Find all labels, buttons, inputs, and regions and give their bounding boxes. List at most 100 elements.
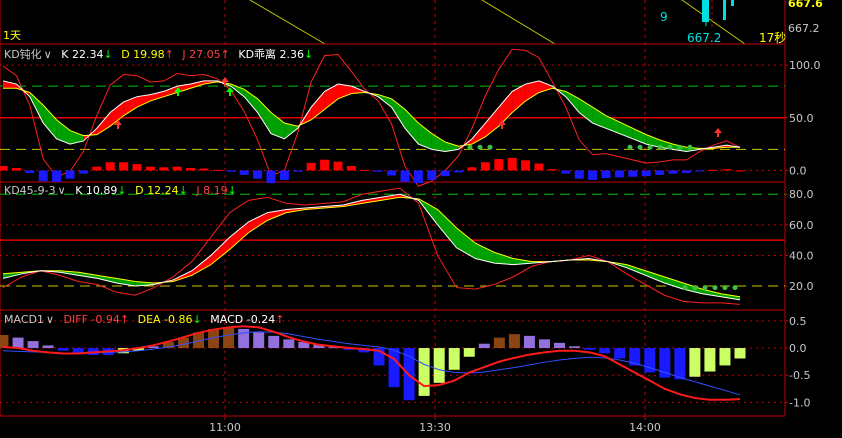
signal-dot [627, 144, 633, 150]
deviation-bar [320, 159, 330, 171]
deviation-bar [172, 166, 182, 171]
axis-tick-label: 0.0 [789, 342, 807, 355]
trend-line [481, 0, 556, 45]
deviation-bar [65, 170, 75, 179]
deviation-bar [534, 163, 544, 171]
deviation-bar [212, 169, 222, 171]
signal-dot [677, 144, 683, 150]
deviation-bar [628, 170, 638, 177]
kd-band [244, 89, 258, 113]
arrow-icon: ↓ [192, 313, 202, 326]
kd-band [456, 227, 476, 259]
j-value: J 8.19↓ [196, 184, 237, 197]
deviation-bar [708, 169, 718, 171]
k-line [2, 193, 741, 301]
macd-bar [433, 348, 445, 383]
deviation-bar [722, 169, 732, 171]
deviation-bar [695, 170, 705, 172]
chevron-down-icon[interactable]: ∨ [44, 48, 52, 61]
macd-bar [463, 348, 475, 357]
kd-band [498, 91, 513, 127]
tick-count: 9 [660, 10, 668, 24]
deviation-bar [239, 170, 249, 175]
macd-bar [689, 348, 701, 377]
kd-band [210, 237, 230, 265]
deviation-bar [588, 170, 598, 180]
deviation-bar [78, 170, 88, 174]
deviation-bar [306, 162, 316, 171]
chevron-down-icon[interactable]: ∨ [46, 313, 54, 326]
chevron-down-icon[interactable]: ∨ [58, 184, 66, 197]
kd-band [56, 119, 70, 145]
macd-bar [388, 348, 400, 388]
macd-bar [478, 343, 490, 349]
period-label[interactable]: 1天 [3, 27, 21, 43]
kd-band [405, 109, 419, 145]
axis-tick-label: 0.0 [789, 164, 807, 177]
deviation-bar [159, 167, 169, 171]
indicator-name[interactable]: KD45-9-3 ∨ [4, 184, 72, 197]
deviation-bar [400, 170, 410, 182]
deviation-bar [226, 170, 236, 172]
deviation-bar [132, 164, 142, 171]
k-value: K 22.34↓ [61, 48, 113, 61]
signal-dot [477, 144, 483, 150]
macd-bar [734, 348, 746, 359]
deviation-bar [413, 170, 423, 184]
macd-bar [12, 337, 24, 349]
deviation-bar [145, 166, 155, 171]
deviation-bar [333, 161, 343, 171]
deviation-bar [293, 170, 303, 172]
macd-title[interactable]: MACD1 ∨ DIFF -0.94↑ DEA -0.86↓ MACD -0.24… [4, 313, 289, 326]
deviation-bar [266, 170, 276, 184]
deviation-bar [601, 170, 611, 179]
diff-value: DIFF -0.94↑ [63, 313, 130, 326]
signal-dot [637, 144, 643, 150]
deviation-bar [440, 170, 450, 177]
deviation-bar [668, 170, 678, 174]
kd-dun-title[interactable]: KD钝化 ∨ K 22.34↓ D 19.98↑ J 27.05↑ KD乖离 2.… [4, 46, 318, 62]
axis-tick-label: 0.5 [789, 315, 807, 328]
countdown-timer: 17秒 [759, 31, 787, 45]
price-axis-label: 667.6 [788, 0, 823, 10]
arrow-icon: ↓ [304, 48, 314, 61]
arrow-icon: ↓ [117, 184, 127, 197]
signal-dot [667, 144, 673, 150]
indicator-name[interactable]: KD钝化 ∨ [4, 48, 58, 61]
deviation-bar [467, 167, 477, 171]
deviation-bar [25, 170, 35, 173]
price-axis-label: 667.2 [788, 22, 820, 35]
kd-band [311, 91, 325, 120]
deviation-bar [681, 170, 691, 173]
signal-dot [692, 285, 698, 291]
kd-band [512, 84, 526, 113]
axis-tick-label: 100.0 [789, 59, 821, 72]
kd45-title[interactable]: KD45-9-3 ∨ K 10.89↓ D 12.24↓ J 8.19↓ [4, 184, 242, 197]
deviation-bar [105, 162, 115, 171]
macd-bar [27, 341, 39, 349]
deviation-bar [494, 159, 504, 171]
macd-bar [493, 337, 505, 349]
kd-band [664, 276, 684, 290]
time-axis-label: 13:30 [419, 421, 451, 434]
axis-tick-label: 40.0 [789, 249, 814, 262]
price-marker: 667.2 [687, 31, 722, 45]
kd-band [96, 112, 111, 135]
signal-dot [702, 285, 708, 291]
arrow-icon: ↑ [119, 313, 130, 326]
deviation-bar [454, 170, 464, 173]
macd-value: MACD -0.24↑ [210, 313, 285, 326]
macd-bar [554, 342, 566, 349]
macd-bar [523, 335, 535, 349]
deviation-bar [735, 170, 745, 172]
deviation-bar [199, 168, 209, 171]
signal-dot [657, 144, 663, 150]
deviation-bar [641, 170, 651, 177]
deviation-bar [52, 170, 62, 182]
signal-dot [712, 285, 718, 291]
indicator-name[interactable]: MACD1 ∨ [4, 313, 60, 326]
deviation-bar [253, 170, 263, 179]
macd-bar [719, 348, 731, 366]
arrow-icon: ↑ [275, 313, 285, 326]
signal-dot [682, 285, 688, 291]
